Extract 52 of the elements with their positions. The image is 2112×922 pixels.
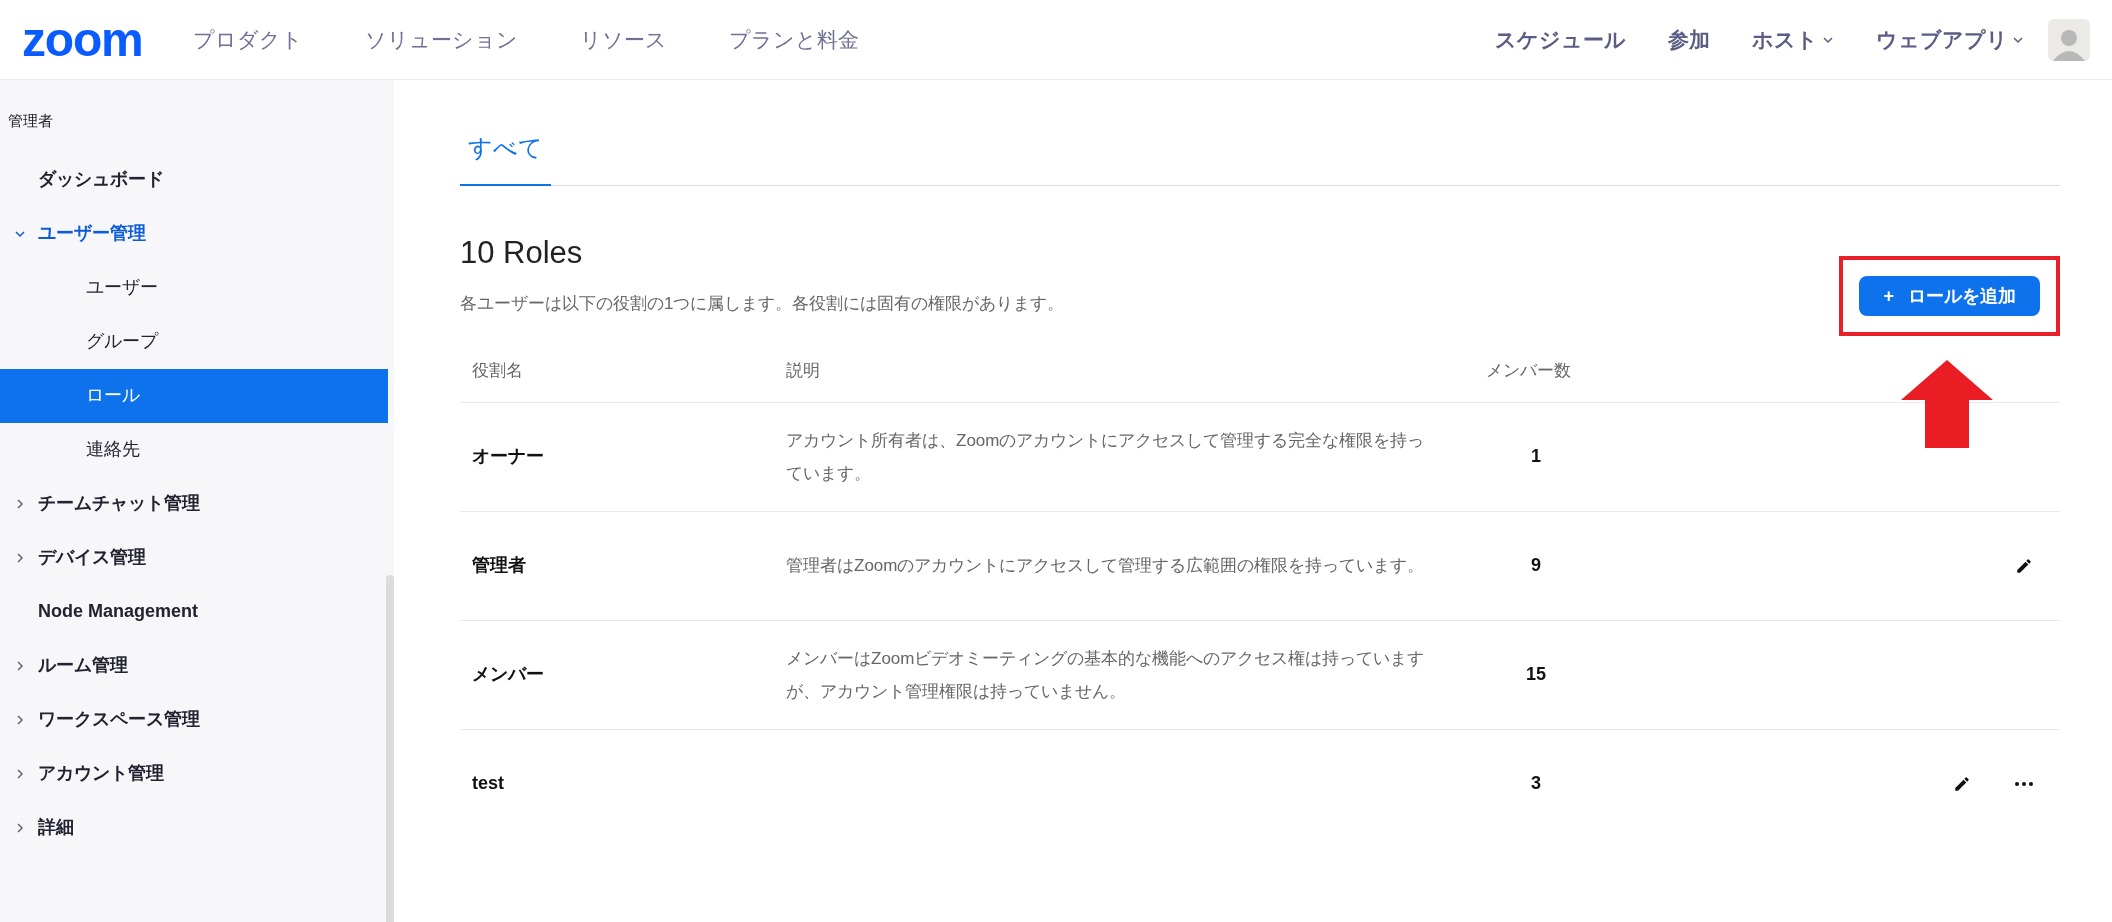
nav-link[interactable]: スケジュール: [1495, 23, 1626, 56]
add-role-button[interactable]: + ロールを追加: [1859, 276, 2040, 316]
pencil-icon: [2015, 556, 2033, 575]
sidebar-item[interactable]: ダッシュボード: [0, 152, 388, 207]
nav-link[interactable]: リソース: [579, 23, 667, 56]
scrollbar[interactable]: [386, 575, 394, 922]
role-description: アカウント所有者は、Zoomのアカウントにアクセスして管理する完全な権限を持っています。: [786, 429, 1426, 485]
nav-link[interactable]: ホスト: [1752, 23, 1834, 56]
column-header: 説明: [786, 340, 1486, 402]
role-name: 管理者: [460, 511, 786, 620]
chevron-right-icon: [14, 497, 26, 510]
sidebar-item[interactable]: 詳細: [0, 800, 388, 855]
nav-link[interactable]: プランと料金: [728, 23, 859, 56]
member-count: 9: [1530, 554, 1542, 577]
arrow-icon: [1901, 360, 1994, 448]
sidebar-heading: 管理者: [7, 111, 54, 131]
role-name: メンバー: [460, 620, 786, 729]
member-count: 15: [1525, 663, 1547, 686]
sidebar-item[interactable]: Node Management: [0, 584, 388, 639]
role-name: test: [460, 729, 786, 838]
sidebar-item[interactable]: ユーザー: [0, 260, 388, 315]
sidebar-item[interactable]: ユーザー管理: [0, 206, 388, 261]
column-header: 役割名: [460, 340, 786, 402]
logo[interactable]: zoom: [22, 15, 143, 64]
page-description: 各ユーザーは以下の役割の1つに属します。各役割には固有の権限があります。: [460, 292, 1065, 315]
nav-link[interactable]: ウェブアプリ: [1876, 23, 2024, 56]
member-count: 3: [1530, 772, 1542, 796]
more-icon: [2014, 780, 2034, 787]
page-title: 10 Roles: [460, 234, 584, 272]
chevron-right-icon: [14, 659, 26, 672]
sidebar-item[interactable]: ワークスペース管理: [0, 692, 388, 747]
role-description: 管理者はZoomのアカウントにアクセスして管理する広範囲の権限を持っています。: [786, 555, 1426, 577]
sidebar-item[interactable]: チームチャット管理: [0, 476, 388, 531]
nav-link[interactable]: 参加: [1668, 23, 1710, 56]
chevron-right-icon: [14, 767, 26, 780]
nav-link[interactable]: プロダクト: [192, 23, 303, 56]
sidebar-item[interactable]: アカウント管理: [0, 746, 388, 801]
pencil-icon: [1953, 774, 1971, 793]
member-count: 1: [1530, 445, 1542, 468]
sidebar-item[interactable]: ロール: [0, 368, 388, 423]
nav-link[interactable]: ソリューション: [364, 23, 518, 56]
role-description: メンバーはZoomビデオミーティングの基本的な機能へのアクセス権は持っていますが、アカウント管理権限は持っていません。: [786, 647, 1426, 703]
sidebar-item[interactable]: デバイス管理: [0, 530, 388, 585]
sidebar-item[interactable]: ルーム管理: [0, 638, 388, 693]
tab[interactable]: すべて: [460, 130, 551, 186]
sidebar-item[interactable]: グループ: [0, 314, 388, 369]
sidebar-item[interactable]: 連絡先: [0, 422, 388, 477]
column-header: メンバー数: [1486, 340, 1586, 402]
chevron-right-icon: [14, 713, 26, 726]
chevron-right-icon: [14, 551, 26, 564]
role-name: オーナー: [460, 402, 786, 511]
chevron-right-icon: [14, 821, 26, 834]
